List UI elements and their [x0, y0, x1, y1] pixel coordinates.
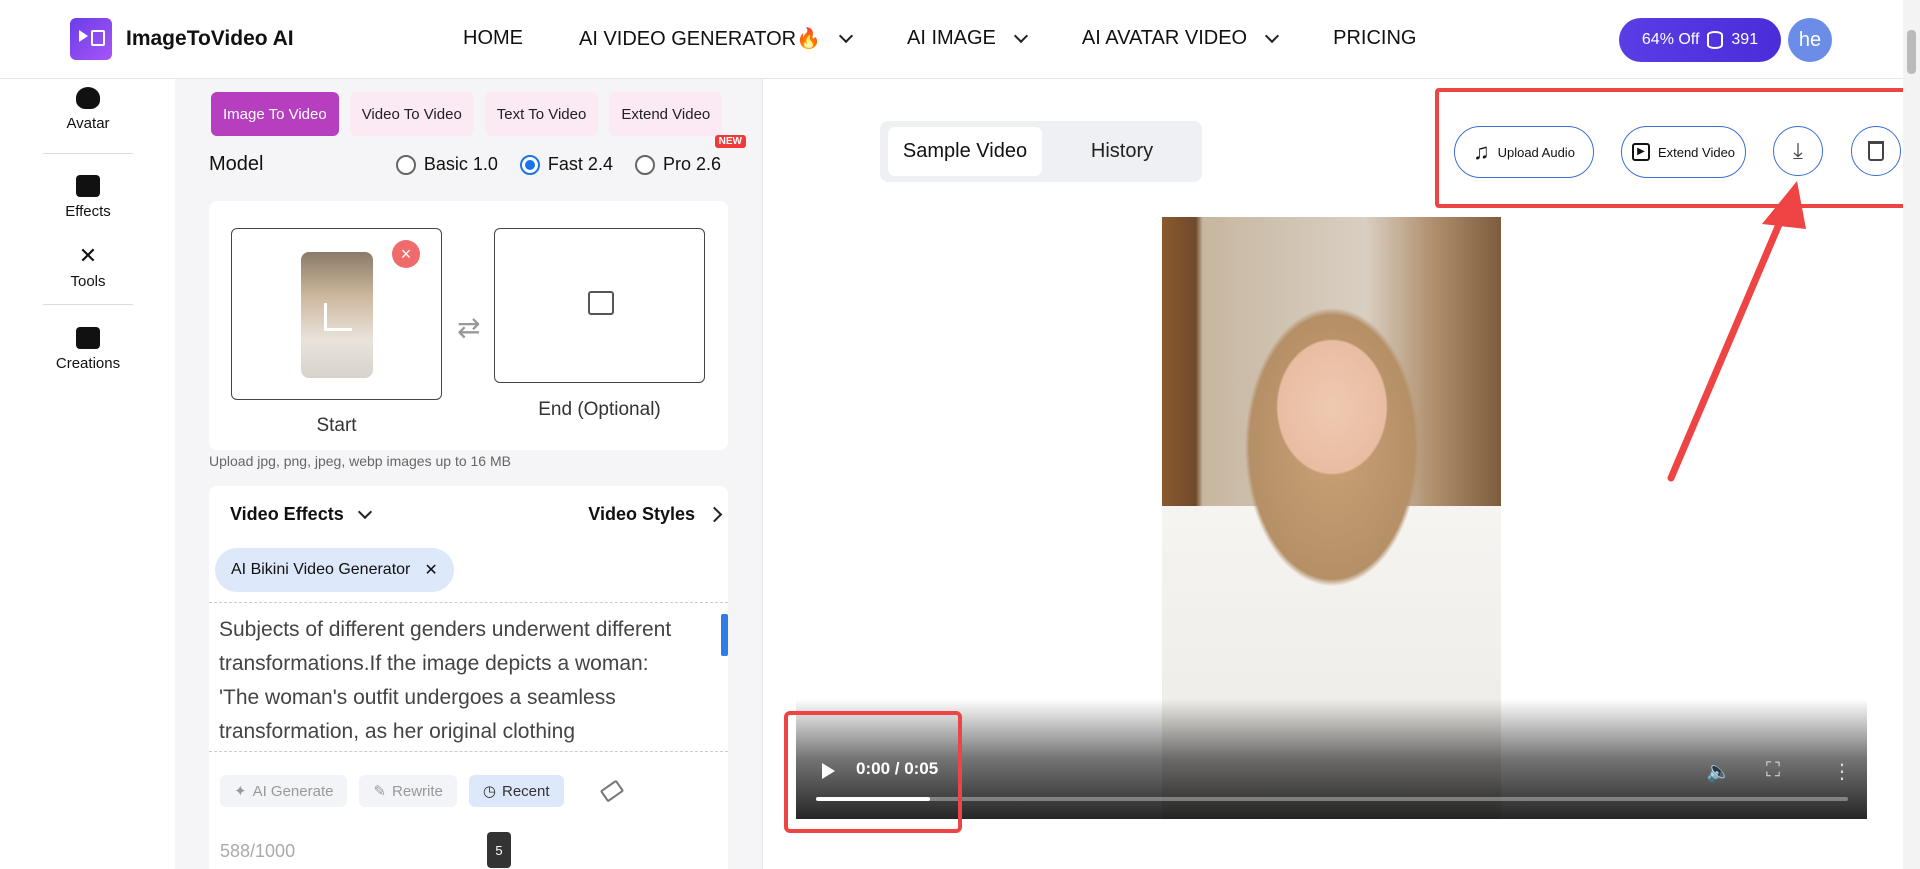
- annotation-arrow: [1667, 181, 1806, 482]
- page-scrollbar[interactable]: [1903, 0, 1920, 869]
- scrollbar-thumb[interactable]: [1907, 30, 1916, 74]
